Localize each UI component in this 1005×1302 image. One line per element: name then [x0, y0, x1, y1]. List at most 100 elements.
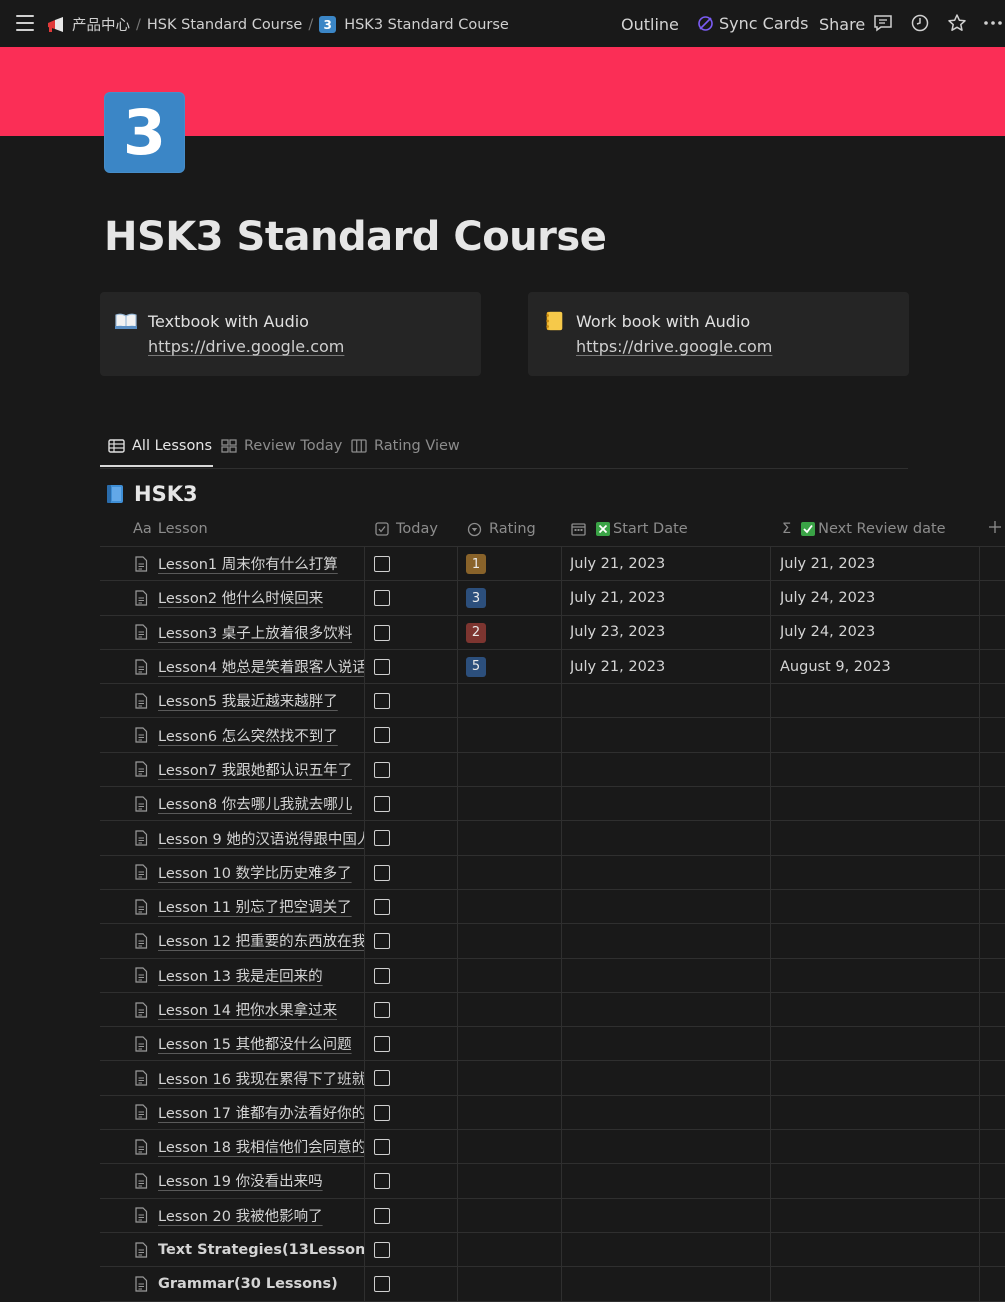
column-header-next-review[interactable]: Σ Next Review date	[782, 521, 946, 537]
breadcrumb-current[interactable]: HSK3 Standard Course	[344, 17, 509, 33]
lesson-cell[interactable]: Lesson1 周末你有什么打算	[134, 547, 364, 580]
table-row[interactable]: Lesson1 周末你有什么打算 1 July 21, 2023 July 21, 2…	[100, 547, 1005, 582]
table-row[interactable]: Lesson 19 你没看出来吗	[100, 1164, 1005, 1199]
start-date-cell[interactable]: July 21, 2023	[570, 547, 665, 580]
today-checkbox[interactable]	[374, 727, 390, 744]
start-date-cell[interactable]: July 23, 2023	[570, 616, 665, 649]
lesson-cell[interactable]: Lesson6 怎么突然找不到了	[134, 718, 364, 751]
today-checkbox[interactable]	[374, 864, 390, 881]
table-row[interactable]: Lesson 9 她的汉语说得跟中国人	[100, 821, 1005, 856]
table-header: Aa Lesson Today Rating Start Date Σ Next…	[100, 512, 1005, 547]
table-row[interactable]: Lesson2 他什么时候回来 3 July 21, 2023 July 24, 20…	[100, 581, 1005, 616]
today-checkbox[interactable]	[374, 693, 390, 710]
table-row[interactable]: Lesson 17 谁都有办法看好你的“	[100, 1095, 1005, 1131]
lesson-cell[interactable]: Lesson2 他什么时候回来	[134, 581, 364, 614]
today-checkbox[interactable]	[374, 1070, 390, 1087]
table-row[interactable]: Lesson 16 我现在累得下了班就想	[100, 1061, 1005, 1096]
lesson-cell[interactable]: Lesson 20 我被他影响了	[134, 1199, 364, 1232]
table-row[interactable]: Text Strategies(13Lessons)	[100, 1232, 1005, 1268]
lesson-cell[interactable]: Lesson4 她总是笑着跟客人说话	[134, 650, 364, 683]
start-date-cell[interactable]: July 21, 2023	[570, 581, 665, 614]
page-title[interactable]: HSK3 Standard Course	[104, 214, 607, 260]
today-checkbox[interactable]	[374, 830, 390, 847]
today-checkbox[interactable]	[374, 1173, 390, 1190]
column-header-rating[interactable]: Rating	[467, 521, 536, 537]
lesson-cell[interactable]: Grammar(30 Lessons)	[134, 1267, 364, 1300]
today-checkbox[interactable]	[374, 898, 390, 915]
table-row[interactable]: Grammar(30 Lessons)	[100, 1267, 1005, 1302]
column-header-start-date[interactable]: Start Date	[571, 521, 688, 537]
today-checkbox[interactable]	[374, 1036, 390, 1053]
today-checkbox[interactable]	[374, 658, 390, 675]
today-checkbox[interactable]	[374, 1001, 390, 1018]
menu-icon[interactable]	[16, 15, 34, 31]
table-row[interactable]: Lesson 18 我相信他们会同意的	[100, 1130, 1005, 1165]
tab-all-lessons[interactable]: All Lessons	[108, 438, 212, 454]
start-date-cell[interactable]: July 21, 2023	[570, 650, 665, 683]
more-icon[interactable]	[983, 13, 1003, 33]
lesson-cell[interactable]: Lesson 12 把重要的东西放在我这	[134, 924, 364, 957]
add-property-button[interactable]	[989, 521, 1001, 533]
today-checkbox[interactable]	[374, 933, 390, 950]
lesson-cell[interactable]: Lesson 14 把你水果拿过来	[134, 993, 364, 1026]
today-checkbox[interactable]	[374, 1104, 390, 1121]
callout-link[interactable]: https://drive.google.com	[148, 337, 344, 356]
today-checkbox[interactable]	[374, 761, 390, 778]
today-checkbox[interactable]	[374, 1241, 390, 1258]
lesson-cell[interactable]: Lesson 19 你没看出来吗	[134, 1164, 364, 1197]
today-checkbox[interactable]	[374, 1276, 390, 1293]
lesson-cell[interactable]: Lesson 13 我是走回来的	[134, 959, 364, 992]
lesson-cell[interactable]: Lesson 9 她的汉语说得跟中国人	[134, 821, 364, 854]
page-icon[interactable]: 3	[104, 92, 185, 173]
today-checkbox[interactable]	[374, 590, 390, 607]
outline-button[interactable]: Outline	[621, 15, 679, 34]
today-checkbox[interactable]	[374, 556, 390, 572]
today-checkbox[interactable]	[374, 796, 390, 813]
callout-link[interactable]: https://drive.google.com	[576, 337, 772, 356]
lesson-cell[interactable]: Lesson 16 我现在累得下了班就想	[134, 1061, 364, 1094]
lesson-cell[interactable]: Lesson5 我最近越来越胖了	[134, 684, 364, 717]
rating-badge[interactable]: 2	[466, 622, 486, 643]
clock-icon[interactable]	[910, 13, 930, 33]
column-header-today[interactable]: Today	[375, 521, 438, 537]
today-checkbox[interactable]	[374, 1207, 390, 1224]
table-row[interactable]: Lesson 14 把你水果拿过来	[100, 992, 1005, 1028]
table-row[interactable]: Lesson3 桌子上放着很多饮料 2 July 23, 2023 July 24, …	[100, 615, 1005, 650]
star-icon[interactable]	[947, 13, 967, 33]
lesson-cell[interactable]: Lesson 10 数学比历史难多了	[134, 856, 364, 889]
table-row[interactable]: Lesson 12 把重要的东西放在我这	[100, 924, 1005, 959]
rating-badge[interactable]: 1	[466, 554, 486, 574]
lesson-cell[interactable]: Lesson7 我跟她都认识五年了	[134, 753, 364, 786]
lesson-cell[interactable]: Text Strategies(13Lessons)	[134, 1233, 364, 1266]
lesson-cell[interactable]: Lesson 11 别忘了把空调关了	[134, 890, 364, 923]
table-row[interactable]: Lesson4 她总是笑着跟客人说话 5 July 21, 2023 August 9…	[100, 649, 1005, 685]
column-header-lesson[interactable]: Aa Lesson	[133, 521, 208, 537]
lesson-cell[interactable]: Lesson 15 其他都没什么问题	[134, 1027, 364, 1060]
table-row[interactable]: Lesson 13 我是走回来的	[100, 958, 1005, 993]
today-checkbox[interactable]	[374, 1139, 390, 1156]
rating-badge[interactable]: 5	[466, 656, 486, 677]
share-button[interactable]: Share	[819, 15, 865, 34]
sync-cards-button[interactable]: Sync Cards	[697, 14, 808, 33]
table-row[interactable]: Lesson 10 数学比历史难多了	[100, 855, 1005, 890]
breadcrumb-parent[interactable]: HSK Standard Course	[147, 17, 302, 33]
rating-badge[interactable]: 3	[466, 588, 486, 609]
today-checkbox[interactable]	[374, 967, 390, 984]
comment-icon[interactable]	[873, 13, 893, 33]
lesson-cell[interactable]: Lesson 18 我相信他们会同意的	[134, 1130, 364, 1163]
breadcrumb-workspace[interactable]: 产品中心	[72, 14, 130, 35]
tab-rating-view[interactable]: Rating View	[351, 438, 460, 454]
database-title[interactable]: HSK3	[106, 482, 198, 506]
lesson-cell[interactable]: Lesson 17 谁都有办法看好你的“	[134, 1096, 364, 1129]
table-row[interactable]: Lesson5 我最近越来越胖了	[100, 684, 1005, 719]
table-row[interactable]: Lesson 15 其他都没什么问题	[100, 1027, 1005, 1062]
lesson-cell[interactable]: Lesson8 你去哪儿我就去哪儿	[134, 787, 364, 820]
table-row[interactable]: Lesson 20 我被他影响了	[100, 1198, 1005, 1233]
table-row[interactable]: Lesson7 我跟她都认识五年了	[100, 752, 1005, 788]
tab-review-today[interactable]: Review Today	[221, 438, 342, 454]
table-row[interactable]: Lesson6 怎么突然找不到了	[100, 718, 1005, 753]
table-row[interactable]: Lesson 11 别忘了把空调关了	[100, 889, 1005, 925]
today-checkbox[interactable]	[374, 624, 390, 641]
lesson-cell[interactable]: Lesson3 桌子上放着很多饮料	[134, 616, 364, 649]
table-row[interactable]: Lesson8 你去哪儿我就去哪儿	[100, 787, 1005, 822]
